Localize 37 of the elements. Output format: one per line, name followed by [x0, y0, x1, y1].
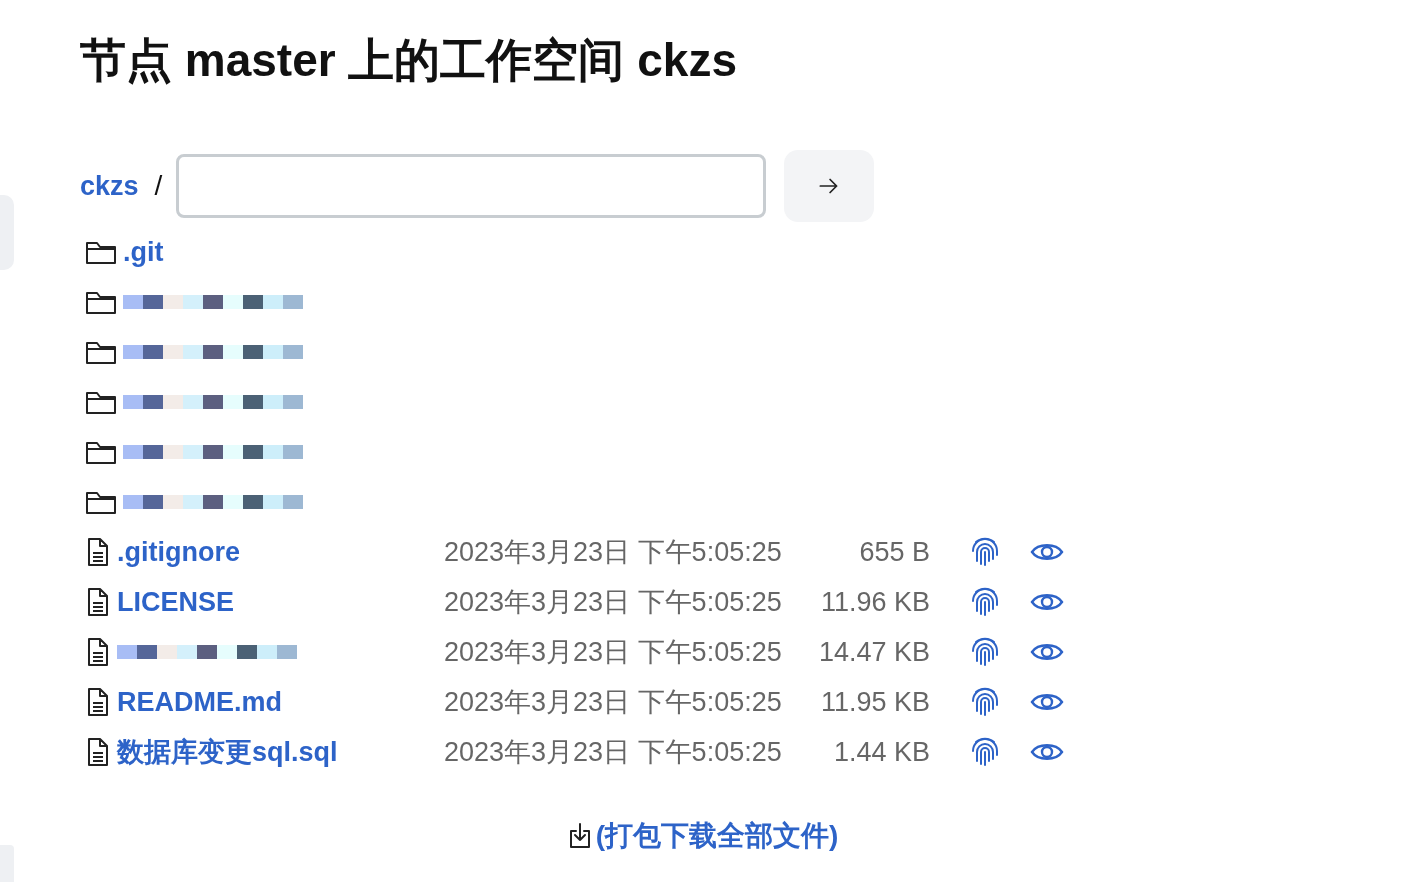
- folder-icon: [85, 389, 117, 415]
- breadcrumb-link[interactable]: ckzs: [80, 170, 139, 202]
- file-size: 655 B: [858, 536, 930, 568]
- file-link[interactable]: 数据库变更sql.sql: [117, 734, 338, 770]
- page-title: 节点 master 上的工作空间 ckzs: [80, 33, 738, 88]
- document-icon: [85, 587, 111, 617]
- folder-icon: [85, 439, 117, 465]
- path-input[interactable]: [176, 154, 767, 218]
- folder-icon: [85, 239, 117, 265]
- file-link[interactable]: README.md: [117, 686, 282, 718]
- modified-date: 2023年3月23日 下午5:05:25: [444, 536, 783, 569]
- file-size: 11.96 KB: [819, 586, 930, 618]
- modified-date: 2023年3月23日 下午5:05:25: [444, 636, 783, 669]
- document-icon: [85, 637, 111, 667]
- fingerprint-icon[interactable]: [970, 635, 1000, 669]
- modified-date: 2023年3月23日 下午5:05:25: [444, 586, 783, 619]
- path-separator: /: [154, 170, 163, 202]
- document-icon: [85, 687, 111, 717]
- modified-date: 2023年3月23日 下午5:05:25: [444, 686, 783, 719]
- fingerprint-icon[interactable]: [970, 585, 1000, 619]
- fingerprint-icon[interactable]: [970, 735, 1000, 769]
- file-link[interactable]: .git: [123, 236, 164, 268]
- modified-date: 2023年3月23日 下午5:05:25: [444, 736, 783, 769]
- document-icon: [85, 737, 111, 767]
- file-size: 1.44 KB: [832, 736, 930, 768]
- document-icon: [85, 537, 111, 567]
- file-link[interactable]: .gitignore: [117, 536, 240, 568]
- fingerprint-icon[interactable]: [970, 685, 1000, 719]
- fingerprint-icon[interactable]: [970, 535, 1000, 569]
- download-icon: [567, 822, 592, 850]
- file-size: 11.95 KB: [819, 686, 930, 718]
- file-size: 14.47 KB: [817, 636, 930, 668]
- file-link[interactable]: LICENSE: [117, 586, 235, 618]
- download-all-link[interactable]: (打包下载全部文件): [567, 817, 839, 855]
- folder-icon: [85, 289, 117, 315]
- folder-icon: [85, 489, 117, 515]
- folder-icon: [85, 339, 117, 365]
